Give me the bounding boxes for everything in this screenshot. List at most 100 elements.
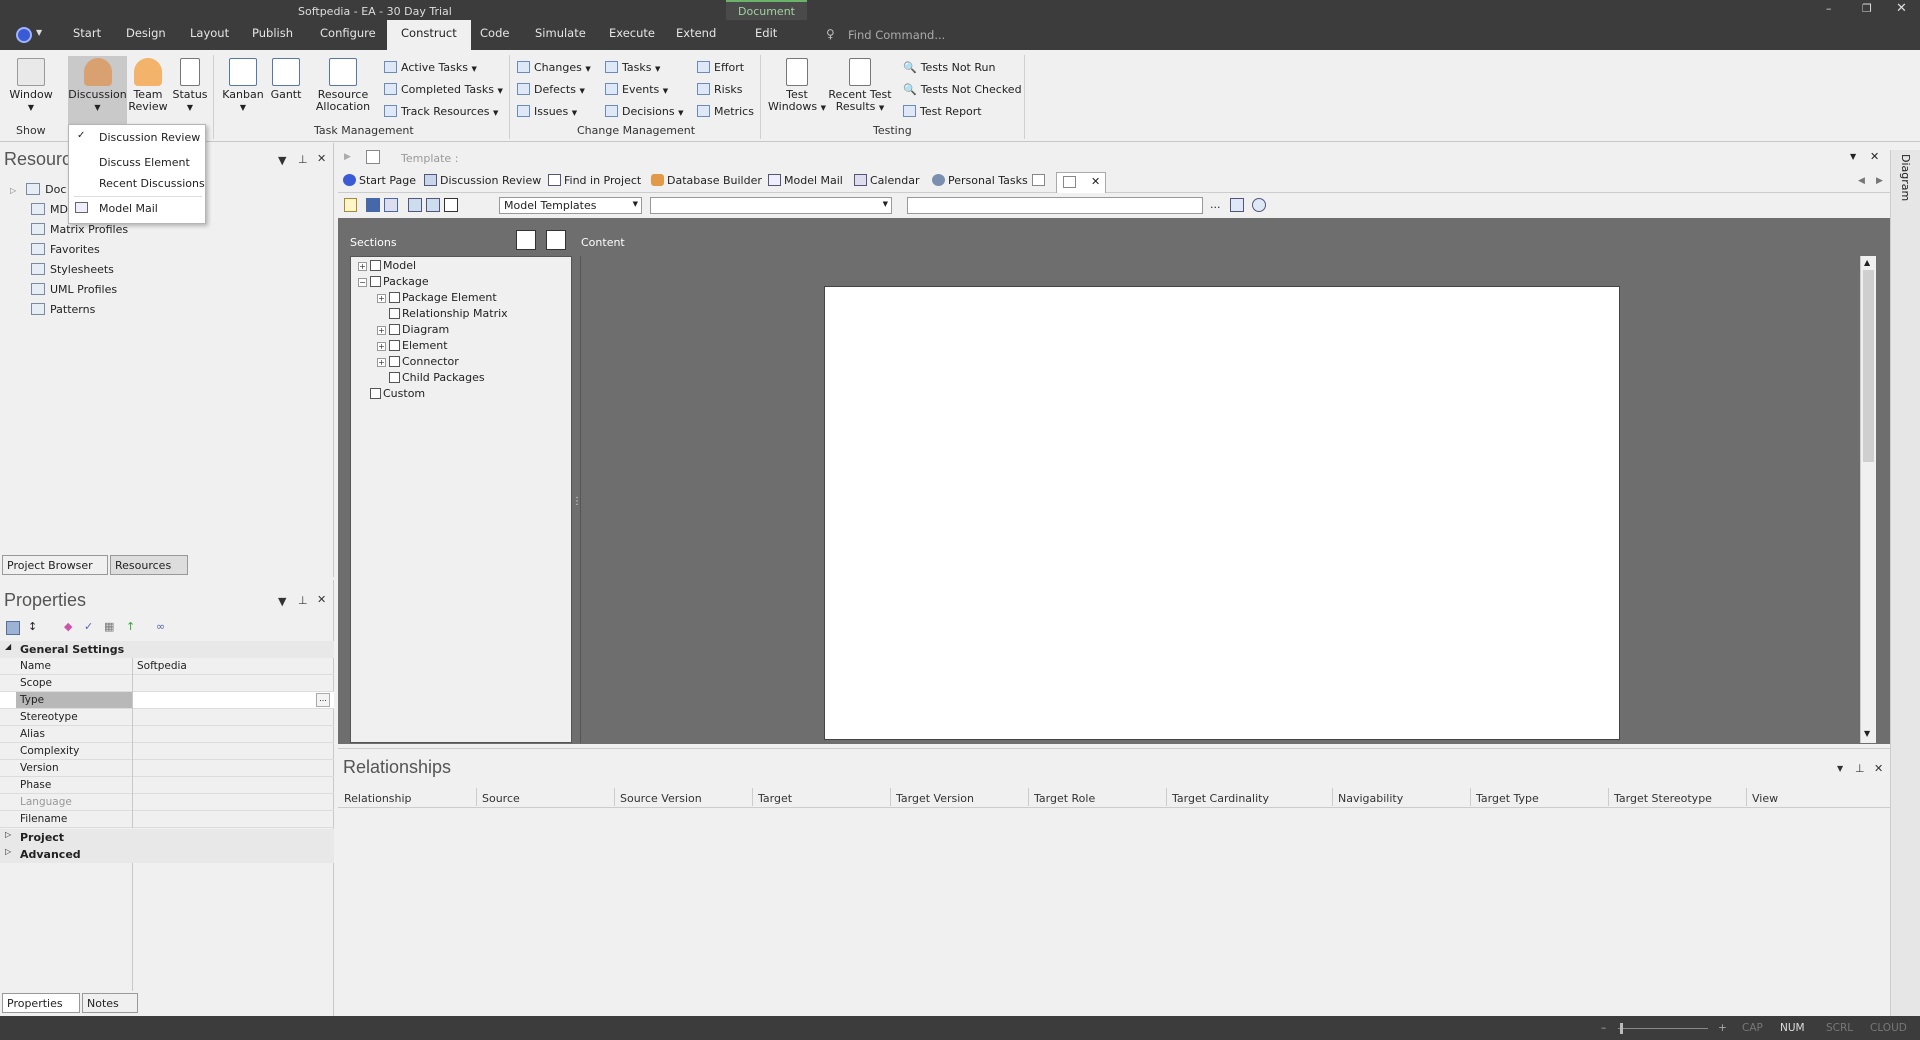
zoom-slider-thumb[interactable] — [1620, 1023, 1623, 1034]
recent-test-results-button[interactable]: Recent Test Results ▼ — [828, 58, 892, 114]
property-row[interactable]: Filename — [0, 811, 334, 828]
resource-item-doc[interactable]: ▷ Doc — [10, 183, 66, 196]
section-edit-icon[interactable] — [546, 230, 566, 250]
completed-tasks-button[interactable]: Completed Tasks ▼ — [384, 83, 503, 96]
pin-icon[interactable]: ⊥ — [298, 594, 308, 607]
property-row[interactable]: Name Softpedia — [0, 658, 334, 675]
expand-toggle-icon[interactable]: − — [358, 278, 367, 287]
column-divider[interactable] — [1028, 788, 1029, 806]
editor-scrollbar[interactable]: ▲ ▼ — [1860, 256, 1876, 743]
new-icon[interactable] — [344, 198, 357, 212]
panel-menu-icon[interactable]: ▼ — [1837, 764, 1843, 773]
section-tree-item[interactable]: − Package — [358, 275, 429, 288]
link-icon[interactable]: ∞ — [156, 620, 165, 633]
decisions-button[interactable]: Decisions ▼ — [605, 105, 683, 118]
tab-model-mail[interactable]: Model Mail — [768, 174, 843, 187]
tests-not-run-button[interactable]: 🔍 Tests Not Run — [903, 61, 995, 74]
tab-discussion-review[interactable]: Discussion Review — [424, 174, 541, 187]
events-button[interactable]: Events ▼ — [605, 83, 668, 96]
expand-toggle-icon[interactable]: + — [377, 358, 386, 367]
categorized-icon[interactable] — [6, 621, 20, 635]
save-as-icon[interactable] — [384, 198, 398, 212]
section-checkbox[interactable] — [389, 372, 400, 383]
menu-construct[interactable]: Construct — [387, 20, 471, 50]
app-menu-dropdown-icon[interactable]: ▼ — [36, 28, 42, 37]
tab-start-page[interactable]: Start Page — [343, 174, 416, 187]
sort-alpha-icon[interactable]: ↕ — [28, 620, 37, 633]
metrics-button[interactable]: Metrics — [697, 105, 754, 118]
menu-design[interactable]: Design — [126, 26, 166, 40]
track-resources-button[interactable]: Track Resources ▼ — [384, 105, 498, 118]
tab-scroll-left-icon[interactable]: ◀ — [1858, 176, 1865, 186]
tab-find-in-project[interactable]: Find in Project — [548, 174, 641, 187]
export-icon[interactable] — [426, 198, 440, 212]
menu-execute[interactable]: Execute — [609, 26, 655, 40]
column-divider[interactable] — [890, 788, 891, 806]
tab-personal-tasks[interactable]: Personal Tasks — [932, 174, 1028, 187]
resource-item-stylesheets[interactable]: Stylesheets — [31, 263, 114, 276]
section-tool-icon[interactable] — [516, 230, 536, 250]
menu-start[interactable]: Start — [73, 26, 101, 40]
tab-project-browser[interactable]: Project Browser — [2, 555, 108, 575]
menu-code[interactable]: Code — [480, 26, 509, 40]
column-divider[interactable] — [1608, 788, 1609, 806]
property-row[interactable]: Stereotype — [0, 709, 334, 726]
kanban-button[interactable]: Kanban ▼ — [220, 58, 266, 114]
restore-icon[interactable]: ❐ — [1862, 2, 1872, 15]
section-checkbox[interactable] — [389, 324, 400, 335]
section-checkbox[interactable] — [389, 340, 400, 351]
project-section[interactable]: ▷ Project — [0, 829, 334, 846]
active-tasks-button[interactable]: Active Tasks ▼ — [384, 61, 477, 74]
property-row[interactable]: Version — [0, 760, 334, 777]
menu-recent-discussions[interactable]: Recent Discussions — [99, 177, 205, 190]
import-icon[interactable] — [408, 198, 422, 212]
pin-icon[interactable]: ⊥ — [298, 153, 308, 166]
find-command-input[interactable]: Find Command... — [848, 28, 945, 42]
section-tree-item[interactable]: Child Packages — [377, 371, 485, 384]
team-review-button[interactable]: Team Review — [128, 58, 168, 113]
type-browse-button[interactable]: ... — [316, 693, 330, 707]
arrow-up-icon[interactable]: ↑ — [126, 620, 135, 633]
tab-report-icon[interactable] — [1032, 174, 1048, 187]
test-windows-button[interactable]: Test Windows ▼ — [767, 58, 827, 114]
template-name-select[interactable]: ▼ — [650, 197, 892, 214]
template-path-input[interactable] — [907, 197, 1203, 214]
menu-discussion-review[interactable]: Discussion Review — [99, 131, 200, 144]
column-header[interactable]: Target Role — [1034, 792, 1095, 805]
settings-icon[interactable] — [1252, 198, 1266, 212]
resource-item-md[interactable]: MD — [31, 203, 68, 216]
expand-toggle-icon[interactable]: + — [377, 342, 386, 351]
section-tree-item[interactable]: Relationship Matrix — [377, 307, 508, 320]
tasks-button[interactable]: Tasks ▼ — [605, 61, 660, 74]
menu-model-mail[interactable]: Model Mail — [99, 202, 158, 215]
column-header[interactable]: Target Stereotype — [1614, 792, 1712, 805]
column-header[interactable]: Source Version — [620, 792, 702, 805]
section-tree-item[interactable]: + Package Element — [377, 291, 497, 304]
discussion-button[interactable]: Discussion ▼ — [68, 58, 127, 114]
app-menu-icon[interactable] — [16, 27, 32, 43]
panel-menu-icon[interactable]: ▼ — [278, 154, 286, 167]
section-checkbox[interactable] — [370, 276, 381, 287]
section-tree-item[interactable]: + Model — [358, 259, 416, 272]
property-row[interactable]: Language — [0, 794, 334, 811]
column-header[interactable]: Target Type — [1476, 792, 1539, 805]
menu-extend[interactable]: Extend — [676, 26, 716, 40]
tab-resources[interactable]: Resources — [110, 555, 188, 575]
menu-layout[interactable]: Layout — [190, 26, 229, 40]
section-tree-item[interactable]: + Diagram — [377, 323, 449, 336]
diagram-side-tab[interactable]: Diagram — [1890, 150, 1920, 1016]
calendar-icon[interactable] — [1230, 198, 1244, 212]
effort-button[interactable]: Effort — [697, 61, 744, 74]
column-divider[interactable] — [1470, 788, 1471, 806]
page-icon[interactable] — [444, 198, 458, 212]
panel-menu-icon[interactable]: ▼ — [278, 595, 286, 608]
menu-discuss-element[interactable]: Discuss Element — [99, 156, 190, 169]
general-settings-section[interactable]: ◢ General Settings — [0, 641, 334, 658]
section-tree-item[interactable]: + Element — [377, 339, 448, 352]
column-divider[interactable] — [1746, 788, 1747, 806]
tab-template-active[interactable]: ✕ — [1056, 172, 1106, 193]
zoom-slider[interactable] — [1618, 1028, 1708, 1029]
status-button[interactable]: Status ▼ — [170, 58, 210, 114]
changes-button[interactable]: Changes ▼ — [517, 61, 591, 74]
column-divider[interactable] — [614, 788, 615, 806]
